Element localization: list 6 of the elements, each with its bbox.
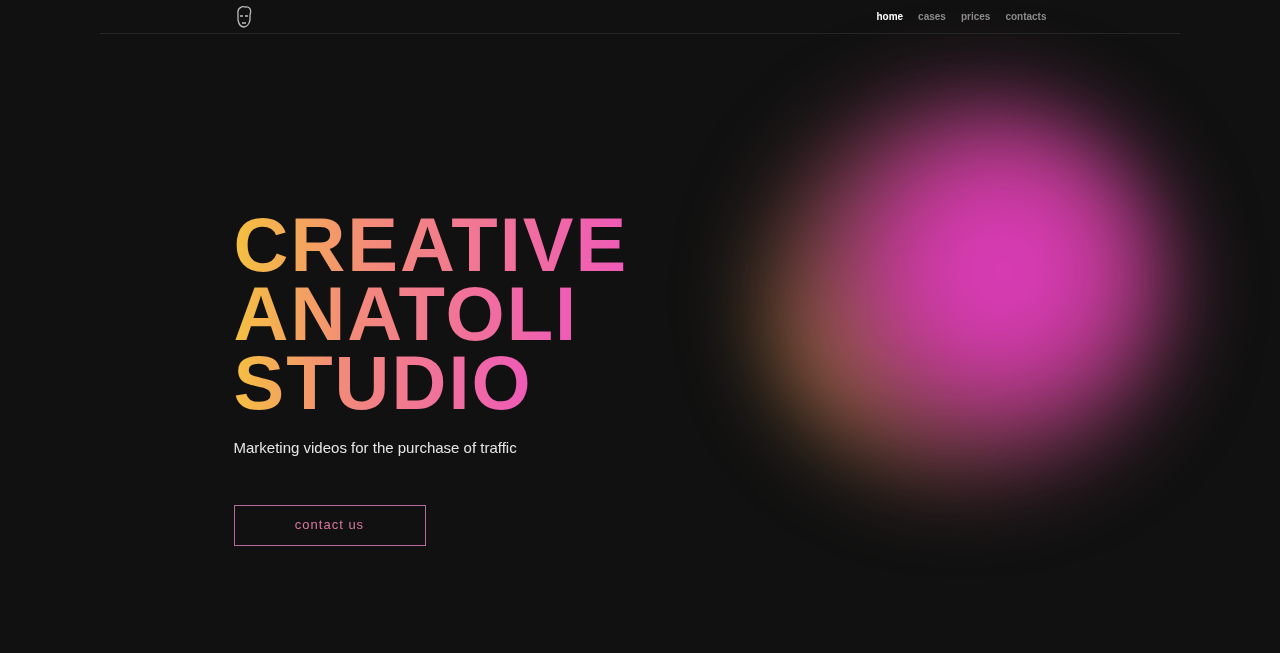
hero-subtitle: Marketing videos for the purchase of traffic [233,438,518,458]
contact-button[interactable]: contact us [233,504,426,546]
nav-link[interactable]: contacts [1005,9,1047,24]
nav-link[interactable]: prices [960,9,991,24]
nav-link[interactable]: home [876,9,904,24]
nav-link[interactable]: cases [918,9,946,24]
